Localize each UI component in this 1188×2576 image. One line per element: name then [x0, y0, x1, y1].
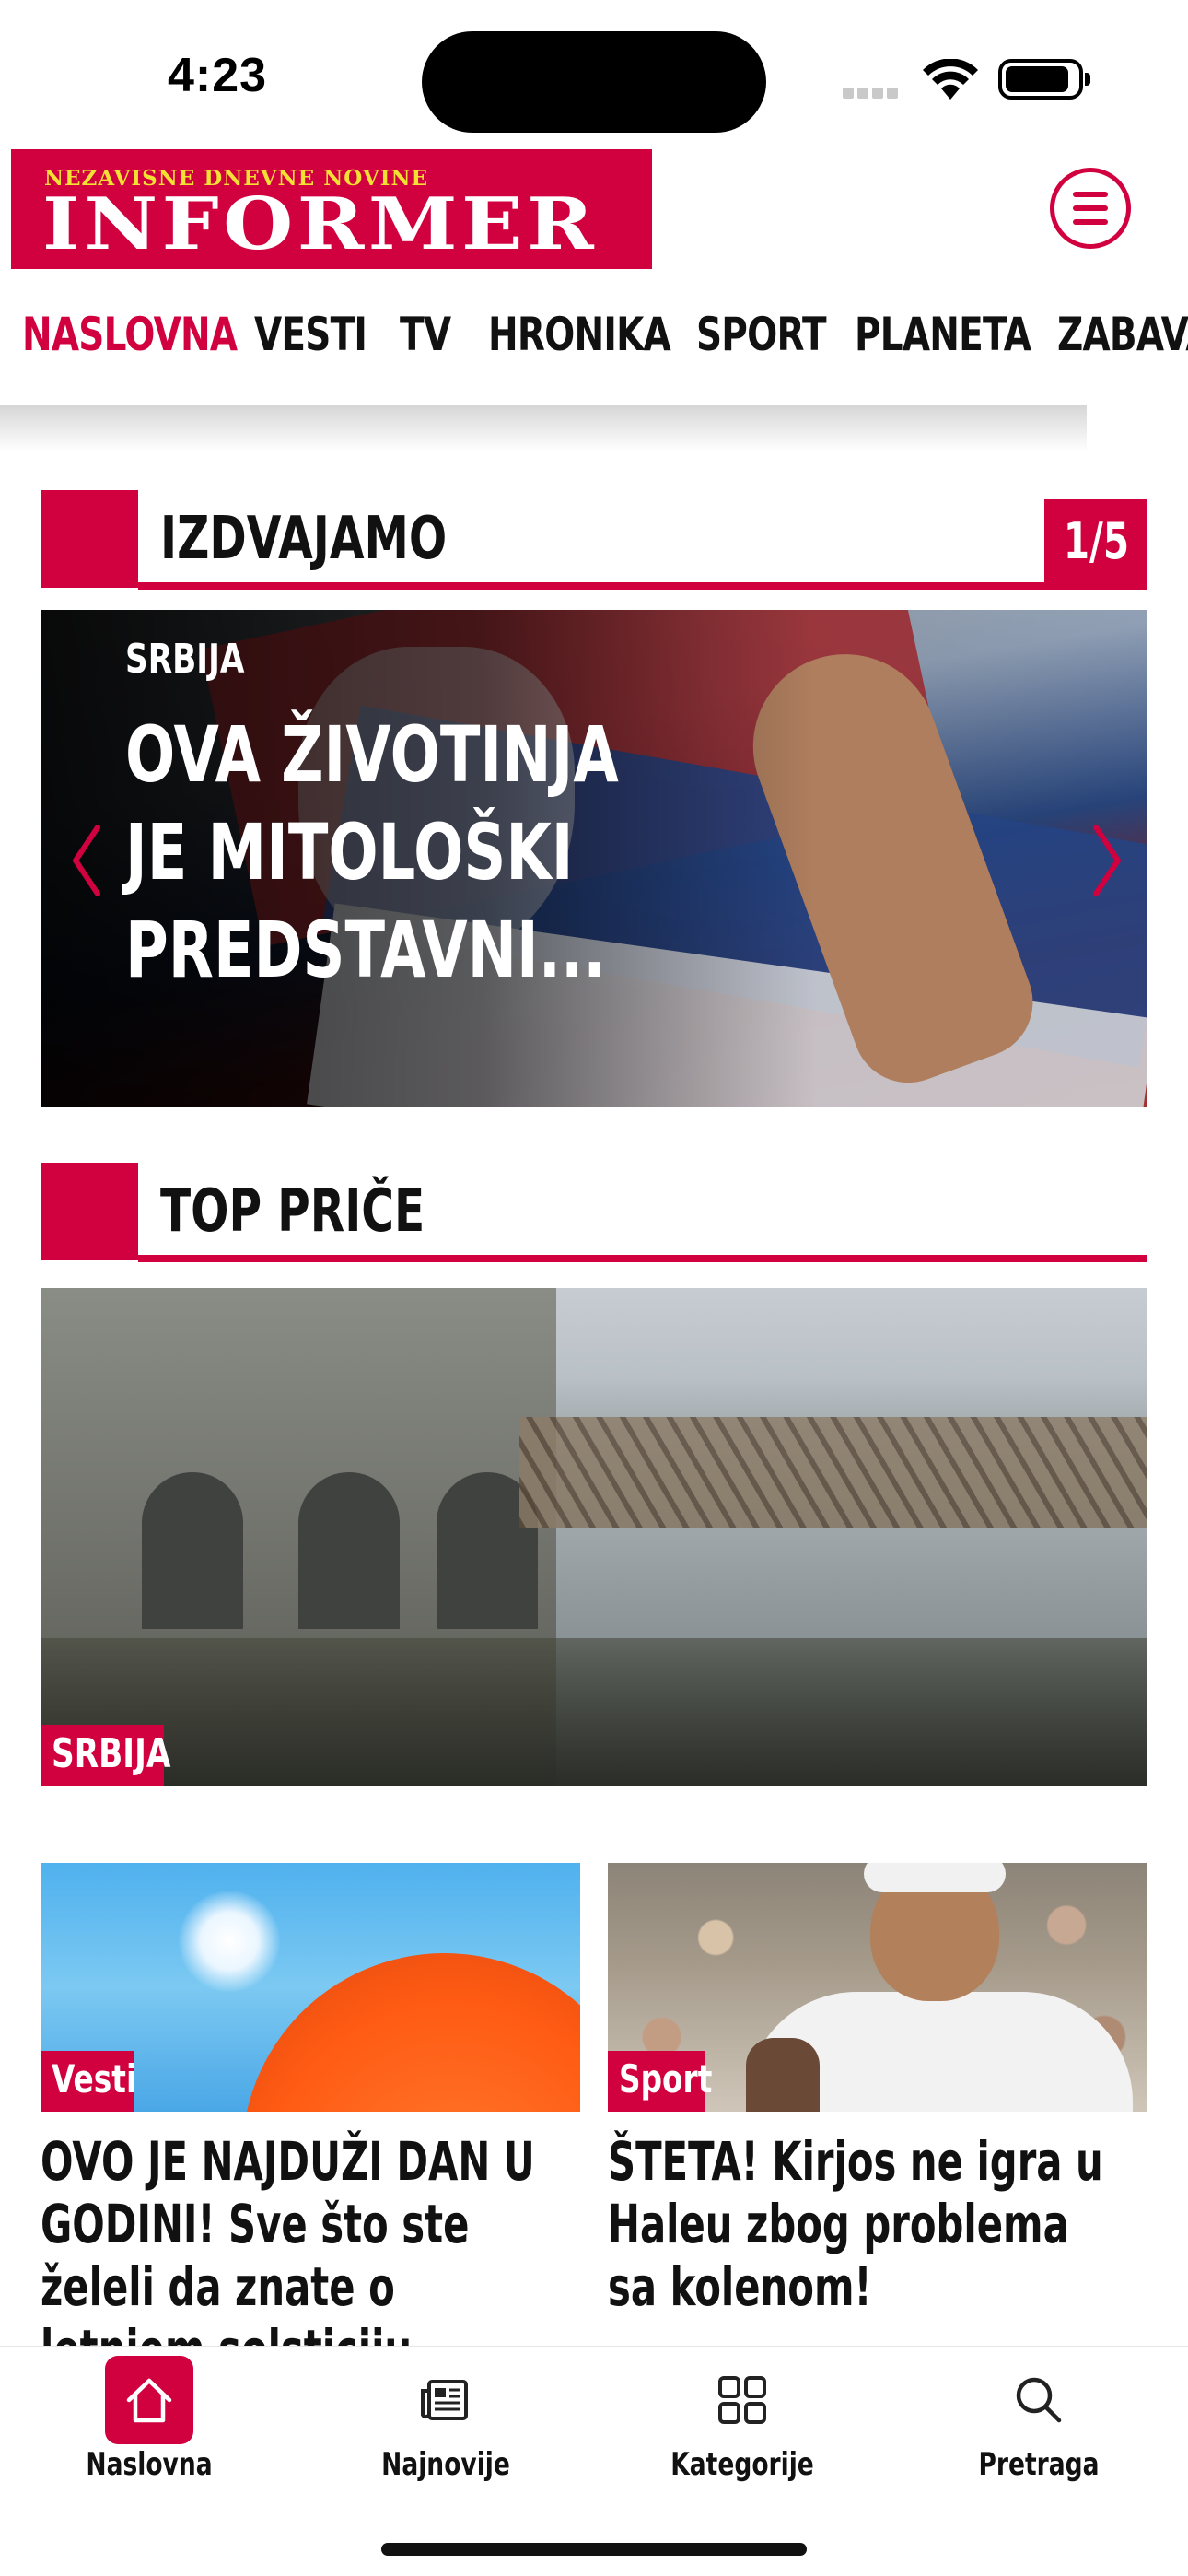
ground-image-part: [41, 1638, 1147, 1786]
nav-shadow: [0, 405, 1087, 451]
menu-button[interactable]: [1050, 168, 1131, 249]
slide-category[interactable]: SRBIJA: [125, 636, 244, 683]
search-icon: [995, 2356, 1083, 2444]
next-slide-button[interactable]: [1079, 814, 1135, 907]
nav-item-zabava[interactable]: ZABAVA: [1057, 308, 1188, 361]
featured-carousel[interactable]: SRBIJA OVA ŽIVOTINJA JE MITOLOŠKI PREDST…: [41, 610, 1147, 1107]
battery-icon: [998, 59, 1090, 100]
chevron-right-icon: [1093, 825, 1121, 896]
player-image-part: [864, 1863, 1006, 1892]
story-card-image[interactable]: Sport: [608, 1863, 1147, 2112]
hero-category-badge[interactable]: SRBIJA: [41, 1725, 170, 1786]
story-card-headline[interactable]: ŠTETA! Kirjos ne igra u Haleu zbog probl…: [608, 2130, 1125, 2318]
grid-icon: [698, 2356, 786, 2444]
section-title: TOP PRIČE: [160, 1177, 425, 1246]
informer-logo[interactable]: NEZAVISNE DNEVNE NOVINE INFORMER: [11, 149, 652, 269]
logo-name: INFORMER: [42, 182, 599, 266]
menu-icon-bar: [1073, 219, 1108, 225]
cellular-signal-icon: [843, 87, 902, 103]
home-icon: [105, 2356, 193, 2444]
section-marker: [41, 1163, 138, 1260]
section-underline: [138, 1255, 1147, 1262]
section-underline: [138, 582, 1147, 590]
prev-slide-button[interactable]: [59, 814, 114, 907]
tab-label: Najnovije: [381, 2446, 510, 2483]
nav-item-tv[interactable]: TV: [400, 308, 451, 361]
tab-label: Pretraga: [978, 2446, 1100, 2483]
home-indicator[interactable]: [381, 2543, 807, 2556]
story-card-headline[interactable]: OVO JE NAJDUŽI DAN U GODINI! Sve što ste…: [41, 2130, 558, 2381]
tab-label: Kategorije: [670, 2446, 814, 2483]
dynamic-island: [422, 31, 766, 133]
card-category-badge[interactable]: Vesti: [41, 2051, 136, 2112]
status-time: 4:23: [168, 49, 268, 102]
chevron-left-icon: [73, 825, 100, 896]
bridge-image-part: [519, 1417, 1147, 1528]
story-card-image[interactable]: Vesti: [41, 1863, 580, 2112]
arch-image-part: [298, 1472, 400, 1629]
top-story-hero[interactable]: SRBIJA: [41, 1288, 1147, 1786]
tab-najnovije[interactable]: Najnovije: [354, 2347, 538, 2503]
status-bar: 4:23: [0, 0, 1188, 147]
tab-pretraga[interactable]: Pretraga: [947, 2347, 1131, 2503]
nav-item-naslovna[interactable]: NASLOVNA: [22, 308, 238, 361]
section-header-featured: IZDVAJAMO 1/5: [41, 490, 1147, 590]
category-nav: NASLOVNA VESTI TV HRONIKA SPORT PLANETA …: [0, 295, 1188, 378]
tab-kategorije[interactable]: Kategorije: [650, 2347, 834, 2503]
nav-item-hronika[interactable]: HRONIKA: [488, 308, 671, 361]
menu-icon-bar: [1073, 192, 1108, 197]
section-title: IZDVAJAMO: [160, 505, 448, 573]
menu-icon-bar: [1073, 205, 1108, 211]
bottom-tab-bar: Naslovna Najnovije Kategorije Pretraga: [0, 2346, 1188, 2576]
slide-pager: 1/5: [1044, 499, 1147, 584]
arch-image-part: [142, 1472, 243, 1629]
wifi-icon: [921, 58, 980, 101]
nav-item-vesti[interactable]: VESTI: [254, 308, 367, 361]
nav-item-planeta[interactable]: PLANETA: [855, 308, 1031, 361]
player-image-part: [746, 2038, 820, 2112]
card-category-badge[interactable]: Sport: [608, 2051, 712, 2112]
sun-image-part: [179, 1891, 280, 1992]
slide-headline[interactable]: OVA ŽIVOTINJA JE MITOLOŠKI PREDSTAVNI...: [125, 706, 629, 999]
tab-naslovna[interactable]: Naslovna: [57, 2347, 241, 2503]
tab-label: Naslovna: [86, 2446, 213, 2483]
section-header-top-stories: TOP PRIČE: [41, 1163, 1147, 1262]
newspaper-icon: [402, 2356, 490, 2444]
nav-item-sport[interactable]: SPORT: [696, 308, 827, 361]
section-marker: [41, 490, 138, 588]
